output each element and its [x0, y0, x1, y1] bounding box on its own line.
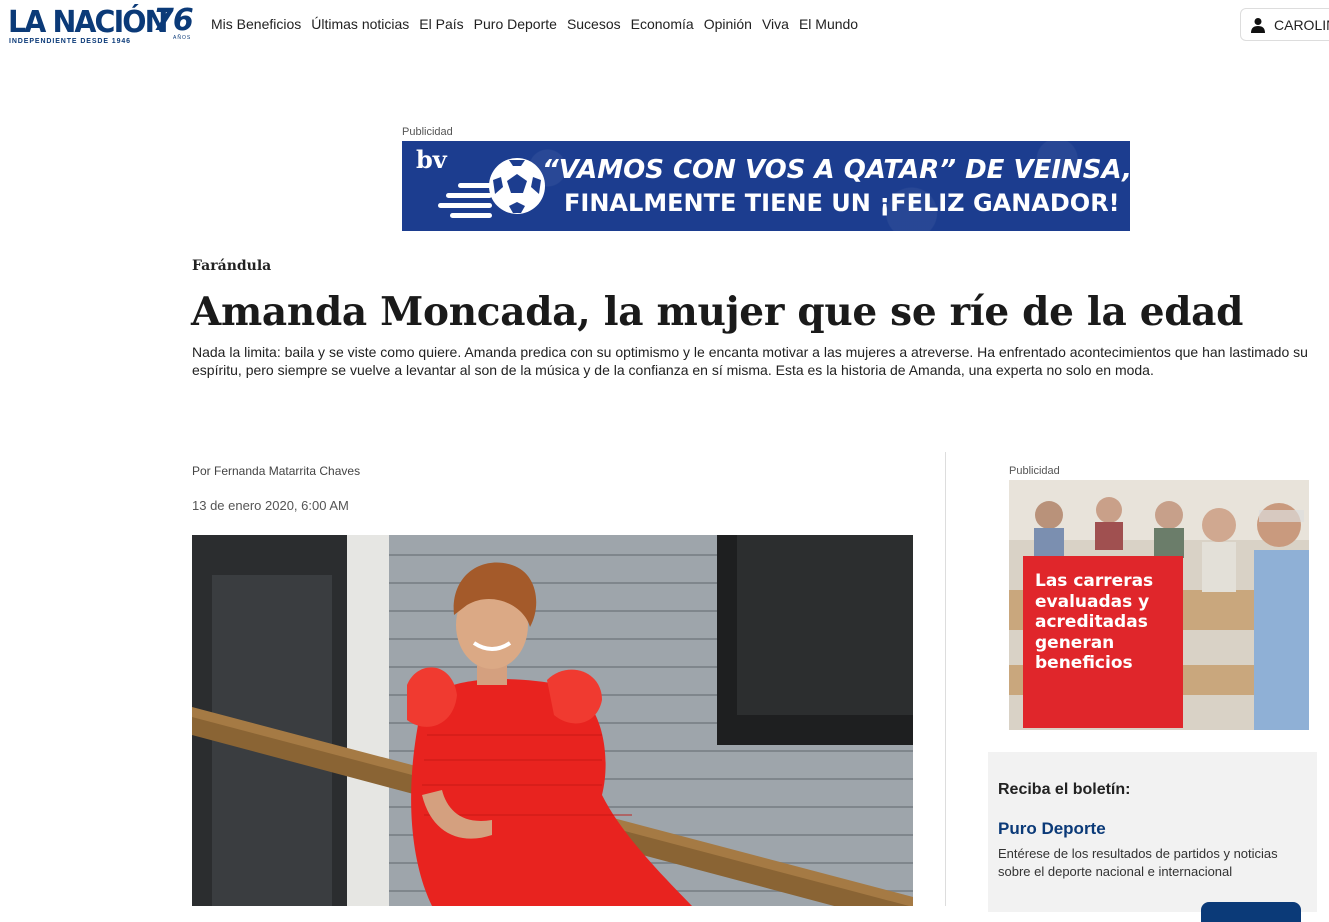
banner-headline-line2: FINALMENTE TIENE UN ¡FELIZ GANADOR!: [564, 189, 1120, 217]
newsletter-name[interactable]: Puro Deporte: [998, 819, 1106, 839]
site-logo[interactable]: LA NACIÓN 76 AÑOS INDEPENDIENTE DESDE 19…: [8, 3, 194, 47]
newsletter-subscribe-button[interactable]: [1201, 902, 1301, 922]
article-main-photo: [192, 535, 913, 906]
banner-brand-logo: bv: [416, 145, 447, 174]
nav-link-viva[interactable]: Viva: [762, 16, 789, 32]
nav-link-sucesos[interactable]: Sucesos: [567, 16, 621, 32]
nav-link-ultimas-noticias[interactable]: Últimas noticias: [311, 16, 409, 32]
article-byline[interactable]: Por Fernanda Matarrita Chaves: [192, 464, 360, 478]
article-summary: Nada la limita: baila y se viste como qu…: [192, 344, 1308, 378]
user-name: CAROLIN: [1274, 17, 1329, 33]
nav-link-opinion[interactable]: Opinión: [704, 16, 752, 32]
soccer-ball-icon: [489, 158, 545, 214]
user-account-button[interactable]: CAROLIN: [1240, 8, 1329, 41]
newsletter-title: Reciba el boletín:: [998, 781, 1131, 798]
logo-brand-text: LA NACIÓN: [8, 5, 168, 40]
top-navigation-bar: LA NACIÓN 76 AÑOS INDEPENDIENTE DESDE 19…: [0, 0, 1329, 48]
ad-label-top: Publicidad: [402, 126, 453, 138]
newsletter-description: Entérese de los resultados de partidos y…: [998, 846, 1278, 879]
banner-headline-line1: “VAMOS CON VOS A QATAR” DE VEINSA,: [542, 155, 1130, 185]
ad-text: Las carreras evaluadas y acreditadas gen…: [1035, 571, 1154, 673]
nav-link-economia[interactable]: Economía: [631, 16, 694, 32]
logo-tagline: INDEPENDIENTE DESDE 1946: [9, 38, 131, 45]
nav-link-el-pais[interactable]: El País: [419, 16, 463, 32]
main-nav: Mis Beneficios Últimas noticias El País …: [211, 16, 868, 32]
article-headline: Amanda Moncada, la mujer que se ríe de l…: [191, 289, 1244, 335]
nav-link-puro-deporte[interactable]: Puro Deporte: [474, 16, 557, 32]
article-date: 13 de enero 2020, 6:00 AM: [192, 498, 349, 513]
top-ad-banner[interactable]: bv “VAMOS CON VOS A QATAR” DE VEINSA, FI…: [402, 141, 1130, 231]
logo-years-label: AÑOS: [173, 35, 192, 41]
logo-anniversary-number: 76: [153, 3, 194, 38]
photo-illustration: [192, 535, 913, 906]
column-divider: [945, 452, 946, 906]
user-icon: [1251, 18, 1265, 33]
sidebar-ad[interactable]: Las carreras evaluadas y acreditadas gen…: [1009, 480, 1309, 730]
nav-link-el-mundo[interactable]: El Mundo: [799, 16, 858, 32]
nav-link-mis-beneficios[interactable]: Mis Beneficios: [211, 16, 301, 32]
article-section-label[interactable]: Farándula: [192, 258, 271, 274]
ad-label-sidebar: Publicidad: [1009, 465, 1060, 477]
newsletter-box: Reciba el boletín: Puro Deporte Entérese…: [988, 752, 1317, 922]
